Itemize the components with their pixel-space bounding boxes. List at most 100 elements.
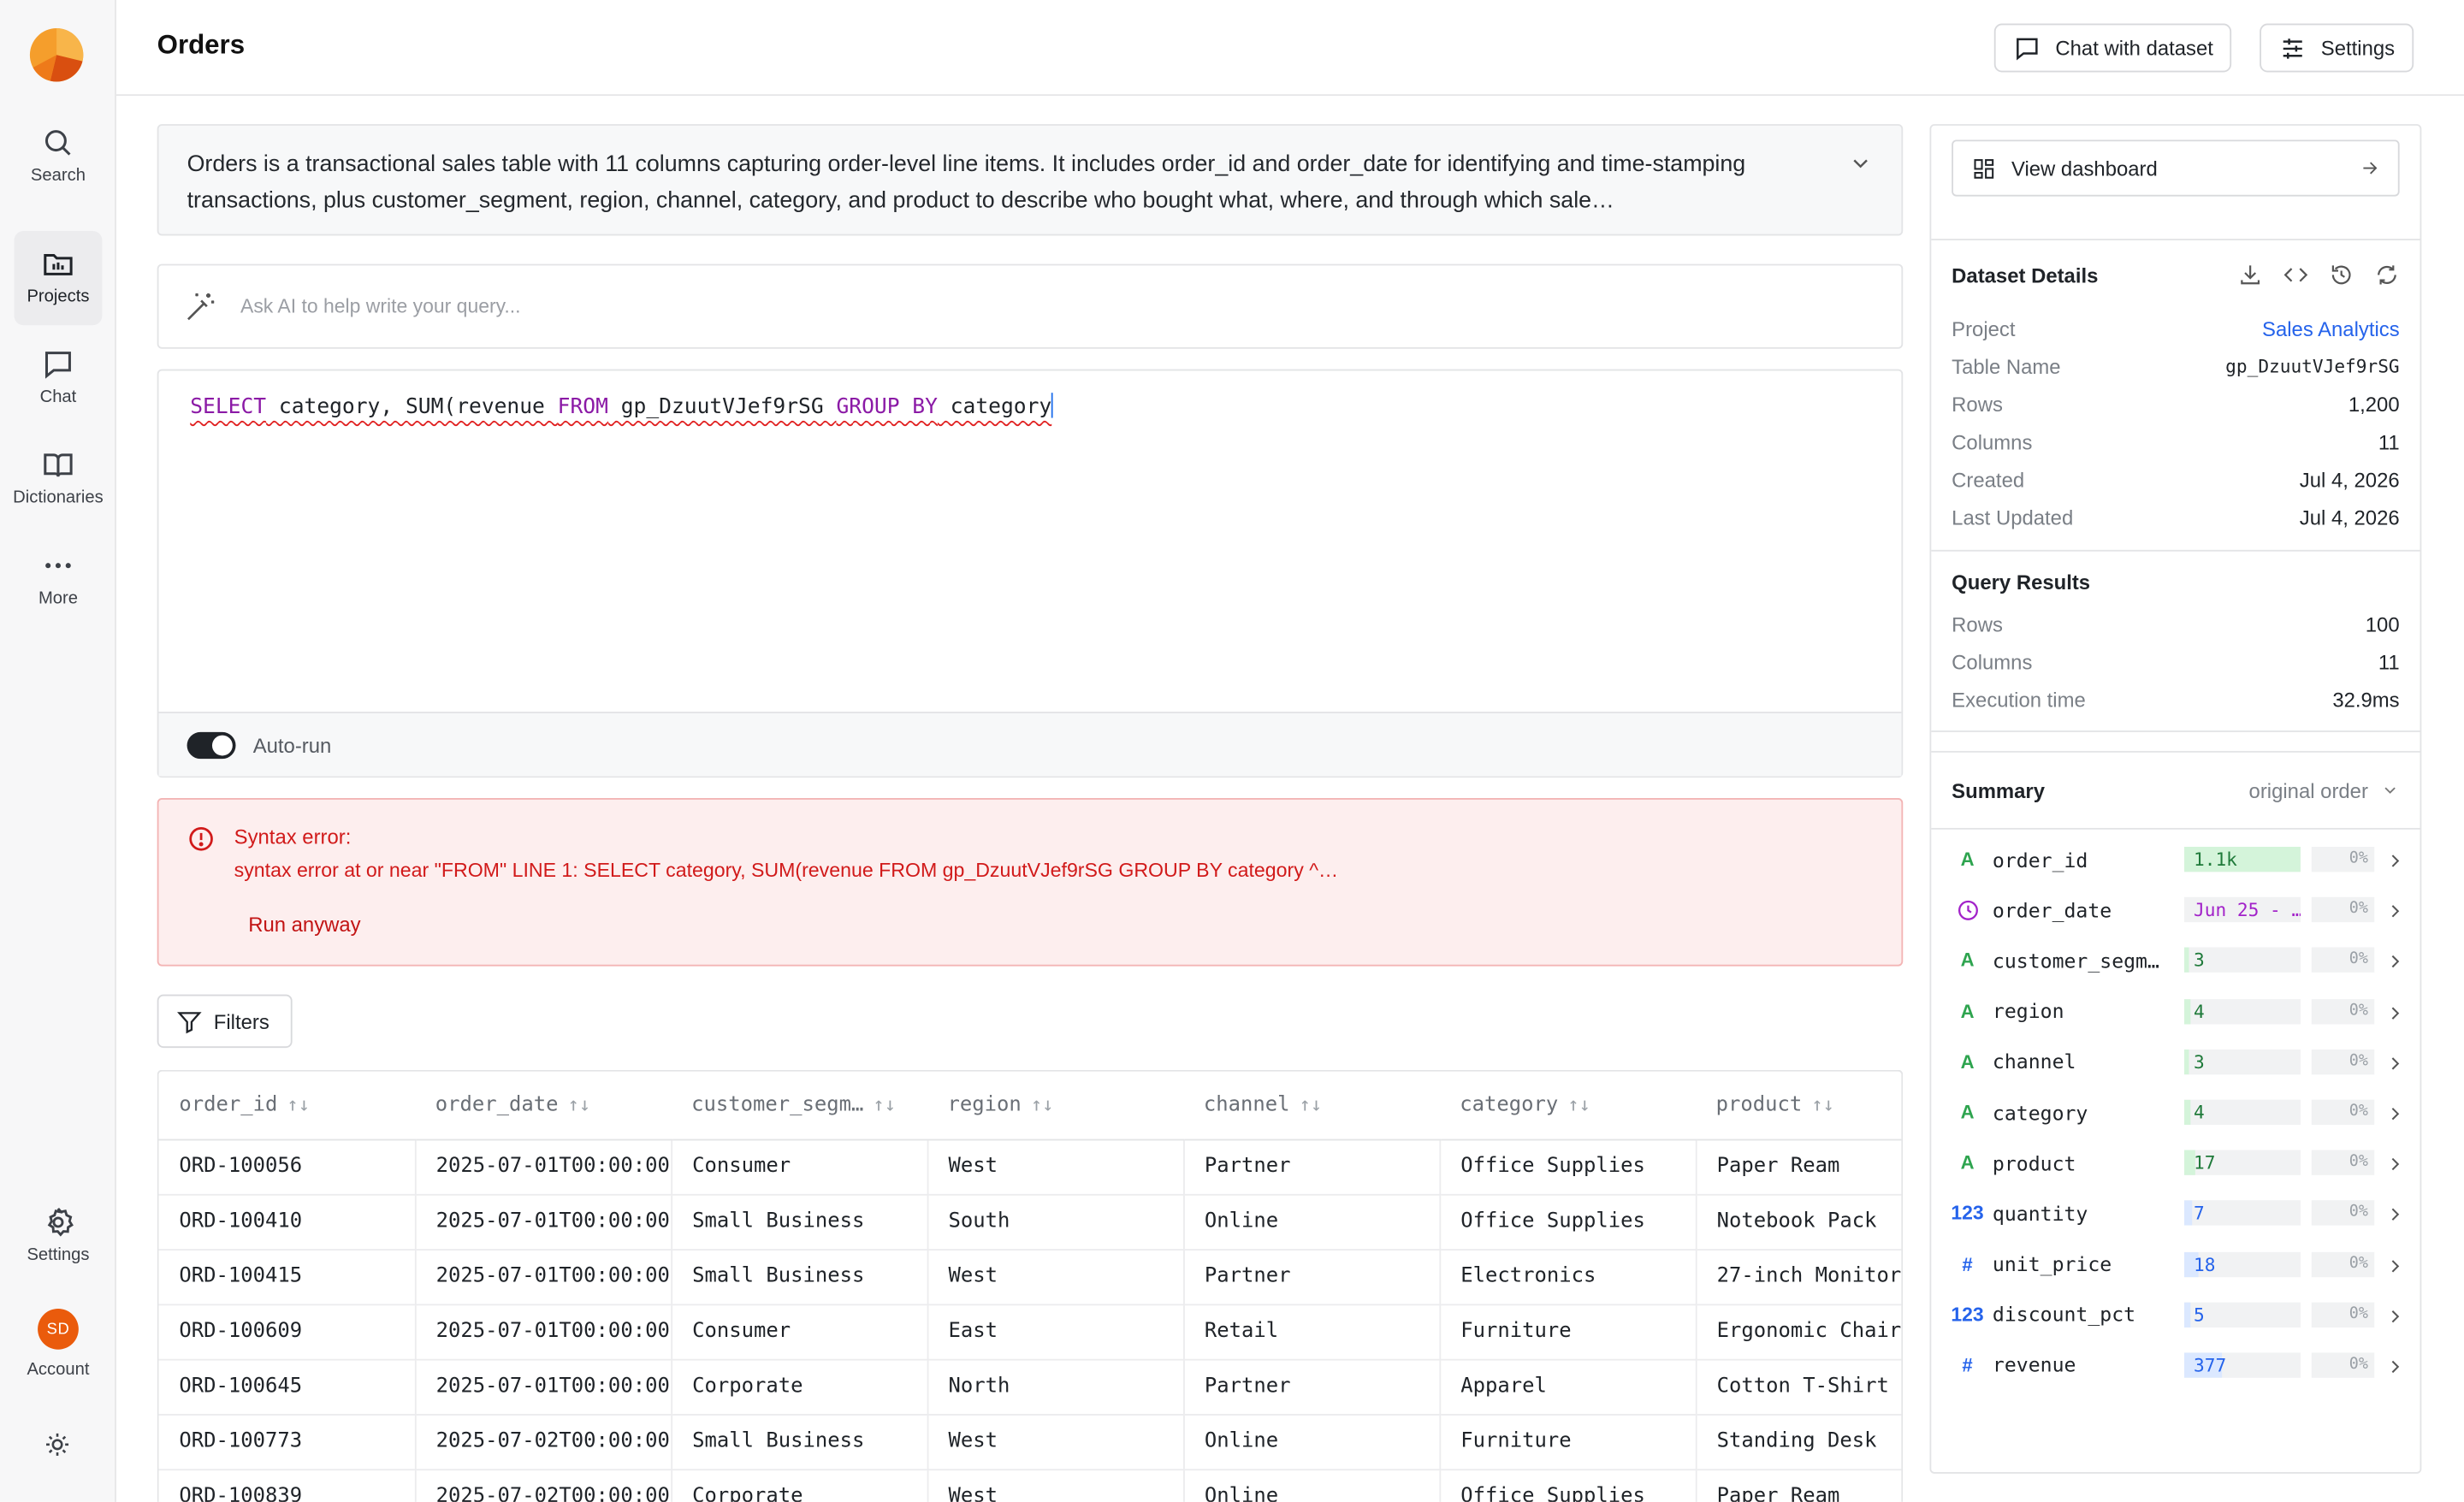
unique-count-bar: 4 [2184, 1099, 2301, 1125]
table-cell: Partner [1183, 1249, 1441, 1305]
null-percent: 0% [2311, 998, 2375, 1024]
table-cell: Furniture [1439, 1414, 1697, 1470]
sort-icon[interactable]: ↑↓ [1300, 1093, 1323, 1115]
detail-row: Table Name gp_DzuutVJef9rSG [1952, 347, 2399, 385]
column-header[interactable]: category ↑↓ [1439, 1071, 1696, 1140]
summary-column-row[interactable]: # unit_price 18 0% [1931, 1239, 2420, 1289]
column-name: revenue [1992, 1353, 2076, 1377]
summary-column-row[interactable]: # revenue 377 0% [1931, 1339, 2420, 1390]
table-row[interactable]: ORD-100609 2025-07-01T00:00:00 Consumer Eas… [158, 1304, 1902, 1360]
table-row[interactable]: ORD-100415 2025-07-01T00:00:00 Small Busin… [158, 1249, 1902, 1305]
project-link[interactable]: Sales Analytics [2262, 316, 2400, 340]
top-bar: Orders Chat with dataset Settings [116, 0, 2464, 97]
ai-query-input[interactable] [240, 295, 1656, 318]
nav-search[interactable]: Search [15, 110, 103, 204]
unique-count: 5 [2194, 1303, 2205, 1326]
dataset-description[interactable]: Orders is a transactional sales table wi… [157, 124, 1904, 236]
chevron-right-icon[interactable] [2385, 1356, 2404, 1375]
unique-count: 3 [2194, 949, 2205, 972]
table-row[interactable]: ORD-100839 2025-07-02T00:00:00 Corporate We… [158, 1469, 1902, 1502]
sql-editor[interactable]: SELECT category, SUM(revenue FROM gp_Dzu… [157, 369, 1904, 778]
chevron-right-icon[interactable] [2385, 901, 2404, 920]
detail-key: Project [1952, 316, 2016, 340]
chevron-down-icon[interactable] [1848, 151, 1873, 175]
view-dashboard-button[interactable]: View dashboard [1952, 139, 2400, 197]
search-icon [44, 130, 71, 156]
summary-column-row[interactable]: Aproduct 17 0% [1931, 1138, 2420, 1188]
chat-with-dataset-button[interactable]: Chat with dataset [1993, 23, 2232, 73]
download-icon[interactable] [2237, 263, 2262, 287]
unique-count-bar: 4 [2184, 998, 2301, 1024]
chevron-right-icon[interactable] [2385, 1203, 2404, 1222]
nav-more[interactable]: More [15, 533, 103, 627]
sun-icon[interactable] [44, 1431, 70, 1458]
sort-icon[interactable]: ↑↓ [568, 1093, 591, 1115]
summary-column-row[interactable]: Aregion 4 0% [1931, 986, 2420, 1037]
book-icon [44, 453, 73, 477]
table-row[interactable]: ORD-100056 2025-07-01T00:00:00 Consumer Wes… [158, 1138, 1902, 1195]
chevron-right-icon[interactable] [2385, 1153, 2404, 1172]
sort-icon[interactable]: ↑↓ [1031, 1093, 1054, 1115]
table-row[interactable]: ORD-100645 2025-07-01T00:00:00 Corporate No… [158, 1358, 1902, 1415]
filters-button[interactable]: Filters [157, 994, 293, 1049]
column-header[interactable]: order_date ↑↓ [414, 1071, 672, 1140]
chevron-right-icon[interactable] [2385, 850, 2404, 869]
sort-icon[interactable]: ↑↓ [287, 1093, 310, 1115]
nav-account[interactable]: SD Account [15, 1293, 103, 1387]
number-type-icon: # [1962, 1354, 1973, 1376]
ai-query-box[interactable] [157, 263, 1904, 349]
summary-column-row[interactable]: 123 discount_pct 5 0% [1931, 1289, 2420, 1339]
chevron-right-icon[interactable] [2385, 1255, 2404, 1274]
sql-code-line[interactable]: SELECT category, SUM(revenue FROM gp_Dzu… [190, 393, 1054, 420]
column-header[interactable]: region ↑↓ [927, 1071, 1184, 1140]
text-caret [1051, 393, 1054, 418]
table-cell: 2025-07-01T00:00:00 [414, 1138, 672, 1195]
table-row[interactable]: ORD-100773 2025-07-02T00:00:00 Small Busin… [158, 1414, 1902, 1470]
table-row[interactable]: ORD-100410 2025-07-01T00:00:00 Small Busin… [158, 1193, 1902, 1251]
unique-count-bar: 17 [2184, 1150, 2301, 1176]
nav-settings[interactable]: Settings [15, 1189, 103, 1283]
nav-projects[interactable]: Projects [14, 230, 103, 326]
sort-icon[interactable]: ↑↓ [873, 1093, 896, 1115]
view-dashboard-label: View dashboard [2011, 156, 2158, 180]
summary-column-row[interactable]: Achannel 3 0% [1931, 1037, 2420, 1087]
column-header[interactable]: customer_segm… ↑↓ [671, 1071, 927, 1140]
run-anyway-button[interactable]: Run anyway [248, 913, 360, 937]
sort-icon[interactable]: ↑↓ [1567, 1093, 1590, 1115]
sort-icon[interactable]: ↑↓ [1811, 1093, 1834, 1115]
chevron-right-icon[interactable] [2385, 1052, 2404, 1071]
summary-column-row[interactable]: order_date Jun 25 - … 0% [1931, 884, 2420, 935]
summary-column-row[interactable]: 123 quantity 7 0% [1931, 1188, 2420, 1239]
history-icon[interactable] [2329, 263, 2354, 287]
table-cell: East [927, 1304, 1184, 1360]
column-header[interactable]: order_id ↑↓ [158, 1071, 415, 1140]
clock-icon [1947, 898, 1988, 922]
autorun-toggle[interactable] [187, 730, 236, 759]
nav-dictionaries[interactable]: Dictionaries [13, 432, 104, 526]
integer-type-icon: 123 [1951, 1202, 1984, 1225]
chevron-right-icon[interactable] [2385, 951, 2404, 970]
chevron-right-icon[interactable] [2385, 1103, 2404, 1121]
table-cell: Furniture [1439, 1304, 1697, 1360]
code-icon[interactable] [2283, 263, 2308, 287]
results-table[interactable]: order_id ↑↓ order_date ↑↓ customer_segm… ↑↓ re… [157, 1069, 1904, 1502]
table-cell: Online [1183, 1193, 1441, 1251]
refresh-icon[interactable] [2374, 263, 2399, 287]
summary-column-row[interactable]: Aorder_id 1.1k 0% [1931, 834, 2420, 884]
unique-count: 17 [2194, 1151, 2216, 1174]
detail-row: Last Updated Jul 4, 2026 [1952, 498, 2399, 535]
summary-order-select[interactable]: original order [2249, 778, 2400, 802]
column-header[interactable]: channel ↑↓ [1183, 1071, 1440, 1140]
nav-chat[interactable]: Chat [15, 332, 103, 426]
table-cell: 2025-07-01T00:00:00 [414, 1249, 672, 1305]
unique-fill [2184, 1049, 2189, 1074]
column-header[interactable]: product ↑↓ [1695, 1071, 1902, 1140]
summary-column-row[interactable]: Acategory 4 0% [1931, 1087, 2420, 1138]
chevron-right-icon[interactable] [2385, 1002, 2404, 1020]
text-type-icon: A [1960, 848, 1975, 871]
sql-text: gp_DzuutVJef9rSG [607, 395, 837, 420]
app-logo[interactable] [28, 27, 85, 83]
summary-column-row[interactable]: Acustomer_segm… 3 0% [1931, 936, 2420, 986]
settings-button[interactable]: Settings [2260, 23, 2414, 73]
chevron-right-icon[interactable] [2385, 1305, 2404, 1324]
